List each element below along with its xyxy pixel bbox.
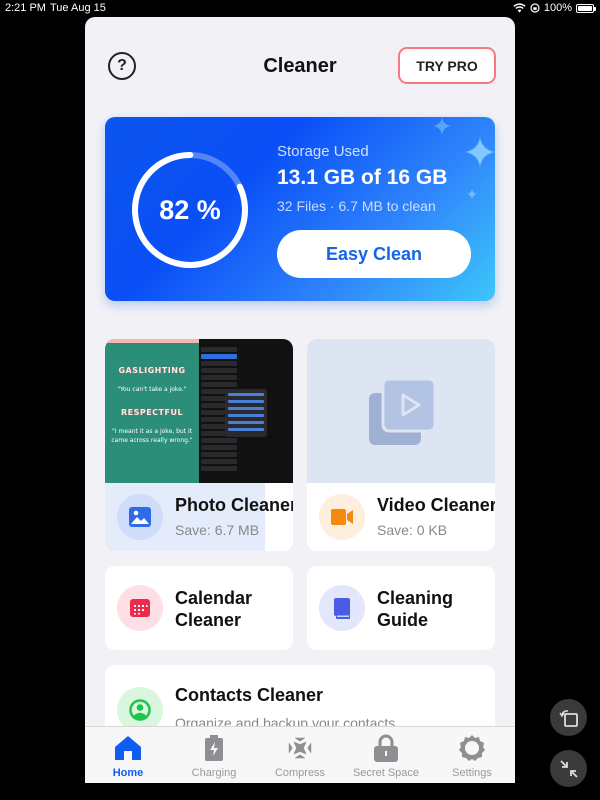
sparkle-icon	[465, 137, 495, 167]
photo-icon-badge	[117, 494, 163, 540]
storage-sub: 32 Files · 6.7 MB to clean	[277, 198, 436, 214]
tab-charging[interactable]: Charging	[171, 727, 257, 783]
sparkle-icon	[433, 117, 451, 135]
tab-settings[interactable]: Settings	[429, 727, 515, 783]
header: ? Cleaner TRY PRO	[85, 17, 515, 112]
photo-cleaner-tile[interactable]: GASLIGHTING "You can't take a joke." RES…	[105, 339, 293, 551]
rotate-button[interactable]	[550, 699, 587, 736]
compress-icon	[288, 737, 312, 759]
calendar-cleaner-tile[interactable]: Calendar Cleaner	[105, 566, 293, 650]
status-right: 100%	[513, 2, 596, 14]
thumb-heading: GASLIGHTING	[118, 366, 186, 375]
battery-percent: 100%	[543, 2, 572, 14]
tab-label: Charging	[191, 767, 237, 779]
storage-percent: 82 %	[159, 194, 221, 225]
easy-clean-button[interactable]: Easy Clean	[277, 230, 471, 278]
tab-label: Settings	[452, 767, 492, 779]
tab-bar: Home Charging Compress Secret Space Sett…	[85, 726, 515, 783]
photo-cleaner-sub: Save: 6.7 MB	[175, 522, 260, 538]
collapse-icon	[559, 759, 578, 778]
video-cleaner-sub: Save: 0 KB	[377, 522, 448, 538]
thumb-quote: "You can't take a joke."	[117, 386, 187, 393]
tab-home[interactable]: Home	[85, 727, 171, 783]
wifi-icon	[513, 3, 526, 13]
calendar-icon	[130, 599, 150, 617]
guide-icon-badge	[319, 585, 365, 631]
sparkle-icon	[467, 189, 477, 199]
tab-secret-space[interactable]: Secret Space	[343, 727, 429, 783]
status-bar: 2:21 PM Tue Aug 15 100%	[0, 0, 600, 17]
thumb-quote: "I meant it as a joke, but it came acros…	[111, 428, 193, 444]
video-thumbnail	[307, 339, 495, 483]
contacts-cleaner-title: Contacts Cleaner	[175, 685, 324, 705]
title-line: Cleaner	[175, 610, 242, 630]
calendar-cleaner-title: Calendar Cleaner	[175, 587, 252, 631]
status-time: 2:21 PM	[5, 2, 46, 14]
photo-thumbnail: GASLIGHTING "You can't take a joke." RES…	[105, 339, 293, 483]
tab-compress[interactable]: Compress	[257, 727, 343, 783]
tab-label: Compress	[274, 767, 326, 779]
collapse-button[interactable]	[550, 750, 587, 787]
home-icon	[115, 736, 141, 760]
tab-label: Secret Space	[352, 767, 420, 779]
photo-thumb-screenshot	[199, 339, 293, 483]
video-cleaner-title: Video Cleaner	[377, 495, 495, 515]
app-window: ? Cleaner TRY PRO 82 % Storage Used 13.1…	[85, 17, 515, 783]
calendar-icon-badge	[117, 585, 163, 631]
storage-value: 13.1 GB of 16 GB	[277, 166, 448, 189]
photo-cleaner-title: Photo Cleaner	[175, 495, 293, 515]
book-icon	[334, 597, 350, 619]
storage-card: 82 % Storage Used 13.1 GB of 16 GB 32 Fi…	[105, 117, 495, 301]
tab-label: Home	[112, 767, 144, 779]
storage-label: Storage Used	[277, 143, 369, 160]
cleaning-guide-title: Cleaning Guide	[377, 587, 453, 631]
video-icon-badge	[319, 494, 365, 540]
gear-icon	[459, 735, 485, 761]
thumb-heading: RESPECTFUL	[120, 408, 184, 417]
contact-icon	[129, 699, 151, 721]
title-line: Cleaning	[377, 588, 454, 608]
cleaning-guide-tile[interactable]: Cleaning Guide	[307, 566, 495, 650]
video-camera-icon	[331, 509, 353, 525]
status-date: Tue Aug 15	[50, 2, 106, 14]
image-icon	[129, 507, 151, 527]
video-cleaner-tile[interactable]: Video Cleaner Save: 0 KB	[307, 339, 495, 551]
battery-icon	[576, 3, 596, 13]
video-stack-icon	[369, 379, 435, 445]
photo-thumb-quote: GASLIGHTING "You can't take a joke." RES…	[105, 339, 199, 483]
orientation-lock-icon	[530, 3, 540, 13]
battery-charging-icon	[205, 735, 223, 761]
title-line: Calendar	[175, 588, 253, 608]
lock-icon	[374, 734, 398, 762]
rotate-icon	[558, 709, 578, 727]
title-line: Guide	[377, 610, 429, 630]
try-pro-button[interactable]: TRY PRO	[398, 47, 496, 84]
